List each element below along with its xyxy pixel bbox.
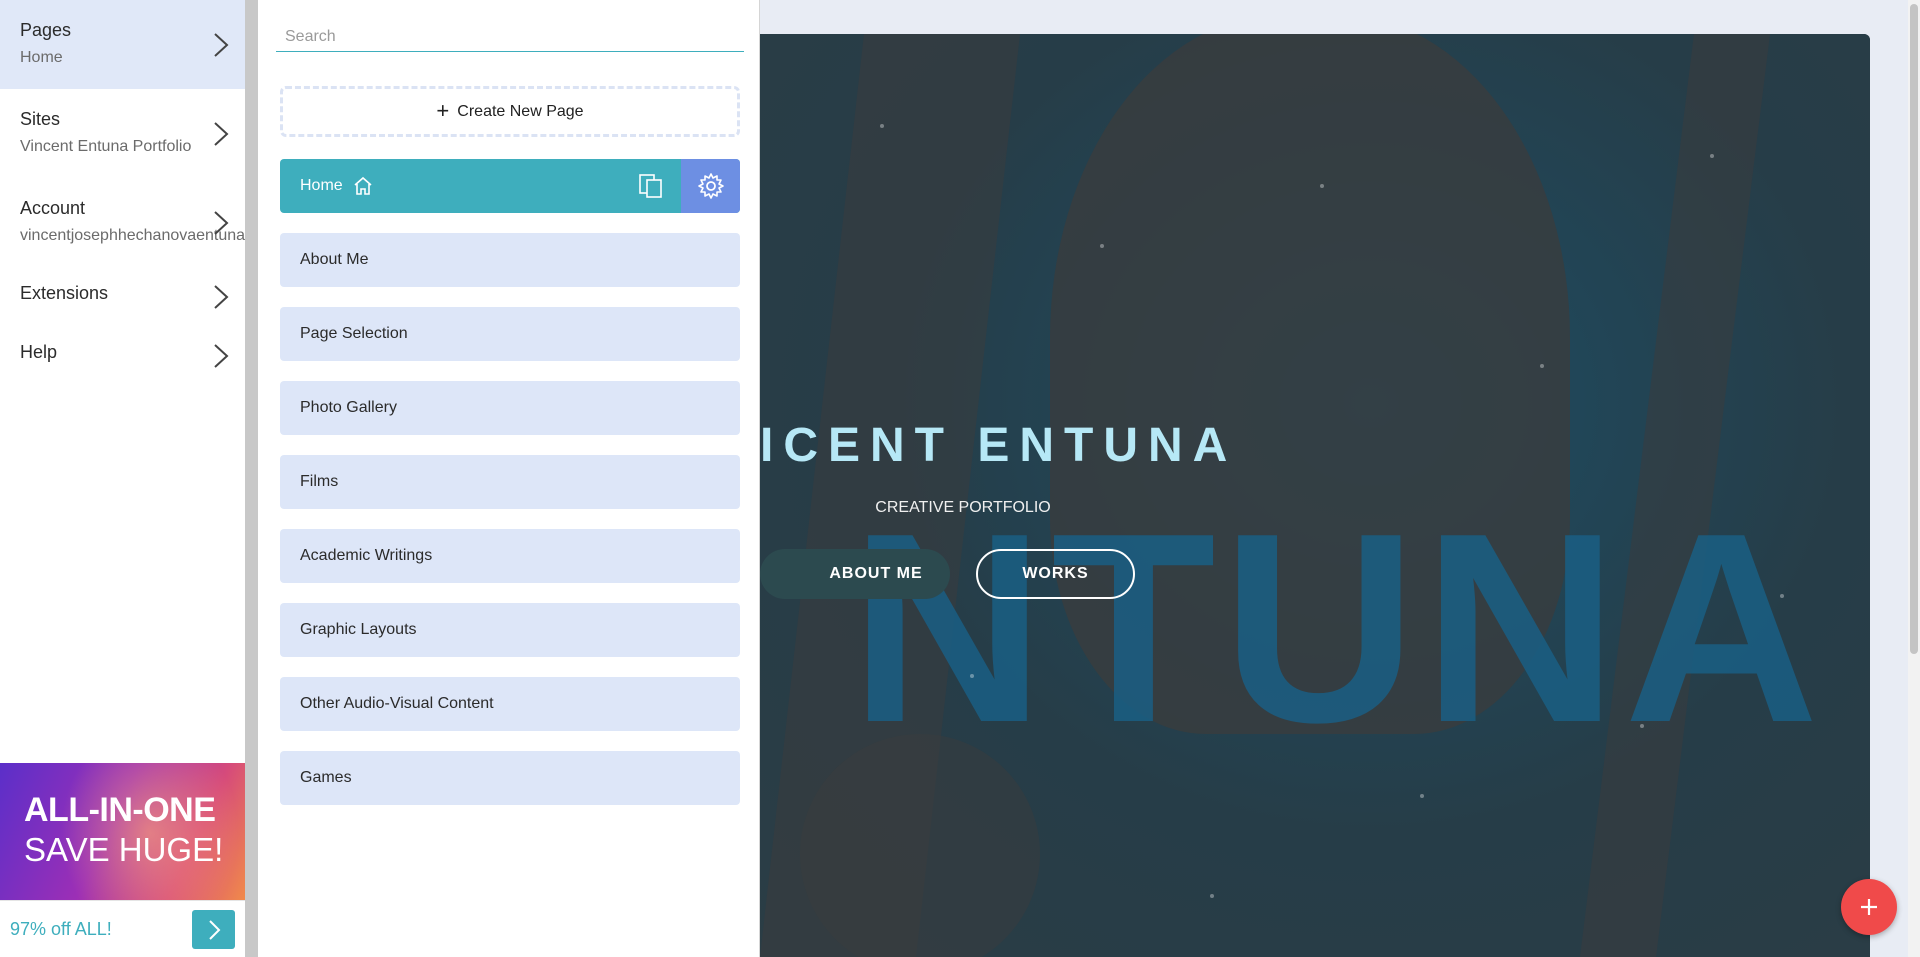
page-row[interactable]: Page Selection <box>280 307 740 361</box>
sidebar-item-sublabel: Vincent Entuna Portfolio <box>20 138 192 155</box>
speck <box>970 674 974 678</box>
sidebar-item-sites[interactable]: Sites Vincent Entuna Portfolio <box>0 89 245 178</box>
hero-background-text: NTUNA <box>850 478 1825 779</box>
create-new-page-button[interactable]: + Create New Page <box>280 86 740 137</box>
sidebar-item-label: Account <box>20 198 86 218</box>
promo-headline: ALL-IN-ONE <box>24 791 216 829</box>
page-row[interactable]: Other Audio-Visual Content <box>280 677 740 731</box>
gear-icon <box>697 173 724 199</box>
sidebar-scrollbar[interactable] <box>245 0 258 957</box>
sidebar-item-sublabel: Home <box>20 49 63 66</box>
chevron-right-icon <box>214 32 229 57</box>
page-row[interactable]: Photo Gallery <box>280 381 740 435</box>
speck <box>880 124 884 128</box>
page-row-label-wrap: Home <box>280 176 621 196</box>
plus-icon: + <box>436 97 450 123</box>
plus-icon <box>1861 899 1877 915</box>
works-button[interactable]: WORKS <box>976 549 1135 599</box>
sidebar-item-account[interactable]: Account vincentjosephhechanovaentuna@g <box>0 178 245 267</box>
sidebar-item-label: Sites <box>20 109 61 129</box>
speck <box>1210 894 1214 898</box>
sidebar-item-extensions[interactable]: Extensions <box>0 267 245 326</box>
chevron-right-icon <box>214 210 229 235</box>
speck <box>1710 154 1714 158</box>
page-list: Home About Me Page Selection Photo Galle… <box>280 159 740 825</box>
sidebar-item-sublabel: vincentjosephhechanovaentuna@g <box>20 227 245 244</box>
speck <box>1540 364 1544 368</box>
chevron-right-icon <box>214 344 229 368</box>
page-row-label: Home <box>300 177 343 194</box>
duplicate-icon <box>639 174 662 198</box>
page-row[interactable]: Graphic Layouts <box>280 603 740 657</box>
sidebar-item-label: Help <box>20 342 58 362</box>
home-icon <box>354 176 372 195</box>
page-row[interactable]: Academic Writings <box>280 529 740 583</box>
promo-subheadline: SAVE HUGE! <box>24 831 224 868</box>
duplicate-page-button[interactable] <box>621 159 681 213</box>
speck <box>1420 794 1424 798</box>
add-element-button[interactable] <box>1841 879 1897 935</box>
sidebar-item-help[interactable]: Help <box>0 326 245 385</box>
chevron-right-icon <box>214 121 229 146</box>
speck <box>1320 184 1324 188</box>
promo-banner[interactable]: ALL-IN-ONE SAVE HUGE! <box>0 763 245 900</box>
about-me-button[interactable]: ABOUT ME <box>760 549 950 599</box>
app: Pages Home Sites Vincent Entuna Portfoli… <box>0 0 1920 957</box>
site-preview[interactable]: NTUNA ICENT ENTUNA CREATIVE PORTFOLIO AB… <box>760 34 1870 957</box>
chevron-right-icon <box>214 285 229 309</box>
hero-subtitle: CREATIVE PORTFOLIO <box>875 499 1051 516</box>
speck <box>1640 724 1644 728</box>
page-row[interactable]: About Me <box>280 233 740 287</box>
chevron-right-icon <box>208 919 220 940</box>
scrollbar-thumb[interactable] <box>1910 4 1918 654</box>
sidebar-item-label: Pages <box>20 20 72 40</box>
page-settings-button[interactable] <box>681 159 740 213</box>
sidebar-item-pages[interactable]: Pages Home <box>0 0 245 89</box>
promo-offer-text: 97% off ALL! <box>10 919 112 939</box>
speck <box>1100 244 1104 248</box>
pages-panel: + Create New Page Home About Me Page Sel… <box>258 0 760 957</box>
main-sidebar: Pages Home Sites Vincent Entuna Portfoli… <box>0 0 245 957</box>
page-row[interactable]: Games <box>280 751 740 805</box>
search-input[interactable] <box>276 22 744 52</box>
promo-go-button[interactable] <box>192 910 235 949</box>
speck <box>1780 594 1784 598</box>
create-new-page-label: Create New Page <box>457 102 584 120</box>
page-row[interactable]: Films <box>280 455 740 509</box>
page-row-home[interactable]: Home <box>280 159 740 213</box>
sidebar-item-label: Extensions <box>20 283 109 303</box>
promo-offer-bar: 97% off ALL! <box>0 900 245 957</box>
page-scrollbar[interactable] <box>1908 0 1920 957</box>
hero-title: ICENT ENTUNA <box>760 419 1238 472</box>
